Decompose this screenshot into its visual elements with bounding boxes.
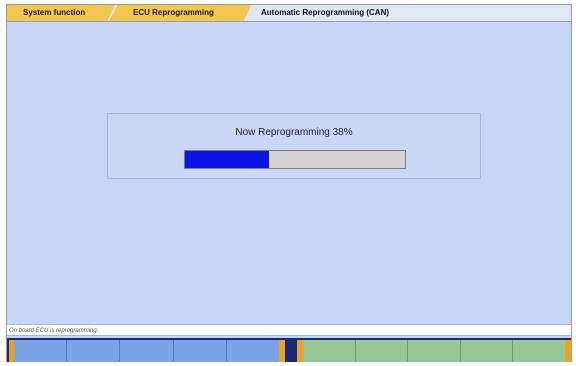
function-key-bar bbox=[7, 338, 571, 362]
progress-bar bbox=[184, 150, 406, 169]
main-window: System function ECU Reprogramming Automa… bbox=[6, 4, 572, 362]
progress-dialog: Now Reprogramming 38% bbox=[107, 113, 481, 179]
function-key-7[interactable] bbox=[355, 340, 409, 362]
function-key-2[interactable] bbox=[67, 340, 121, 362]
function-key-6[interactable] bbox=[303, 340, 356, 362]
function-key-4[interactable] bbox=[173, 340, 227, 362]
status-bar: On board ECU is reprogramming. bbox=[7, 324, 571, 336]
function-key-group-left bbox=[9, 340, 285, 362]
function-key-1[interactable] bbox=[14, 340, 68, 362]
function-key-3[interactable] bbox=[120, 340, 174, 362]
progress-bar-fill bbox=[185, 151, 269, 168]
function-key-5[interactable] bbox=[226, 340, 280, 362]
function-key-10[interactable] bbox=[513, 340, 565, 362]
progress-message: Now Reprogramming 38% bbox=[235, 127, 353, 138]
function-key-9[interactable] bbox=[460, 340, 514, 362]
breadcrumb-automatic-reprogramming: Automatic Reprogramming (CAN) bbox=[261, 8, 390, 17]
breadcrumb-system-function[interactable]: System function bbox=[7, 5, 115, 21]
breadcrumb: System function ECU Reprogramming Automa… bbox=[7, 5, 571, 22]
function-key-group-right bbox=[297, 340, 571, 362]
content-area: Now Reprogramming 38% bbox=[7, 22, 571, 324]
breadcrumb-ecu-reprogramming[interactable]: ECU Reprogramming bbox=[109, 5, 251, 21]
function-key-8[interactable] bbox=[408, 340, 461, 362]
